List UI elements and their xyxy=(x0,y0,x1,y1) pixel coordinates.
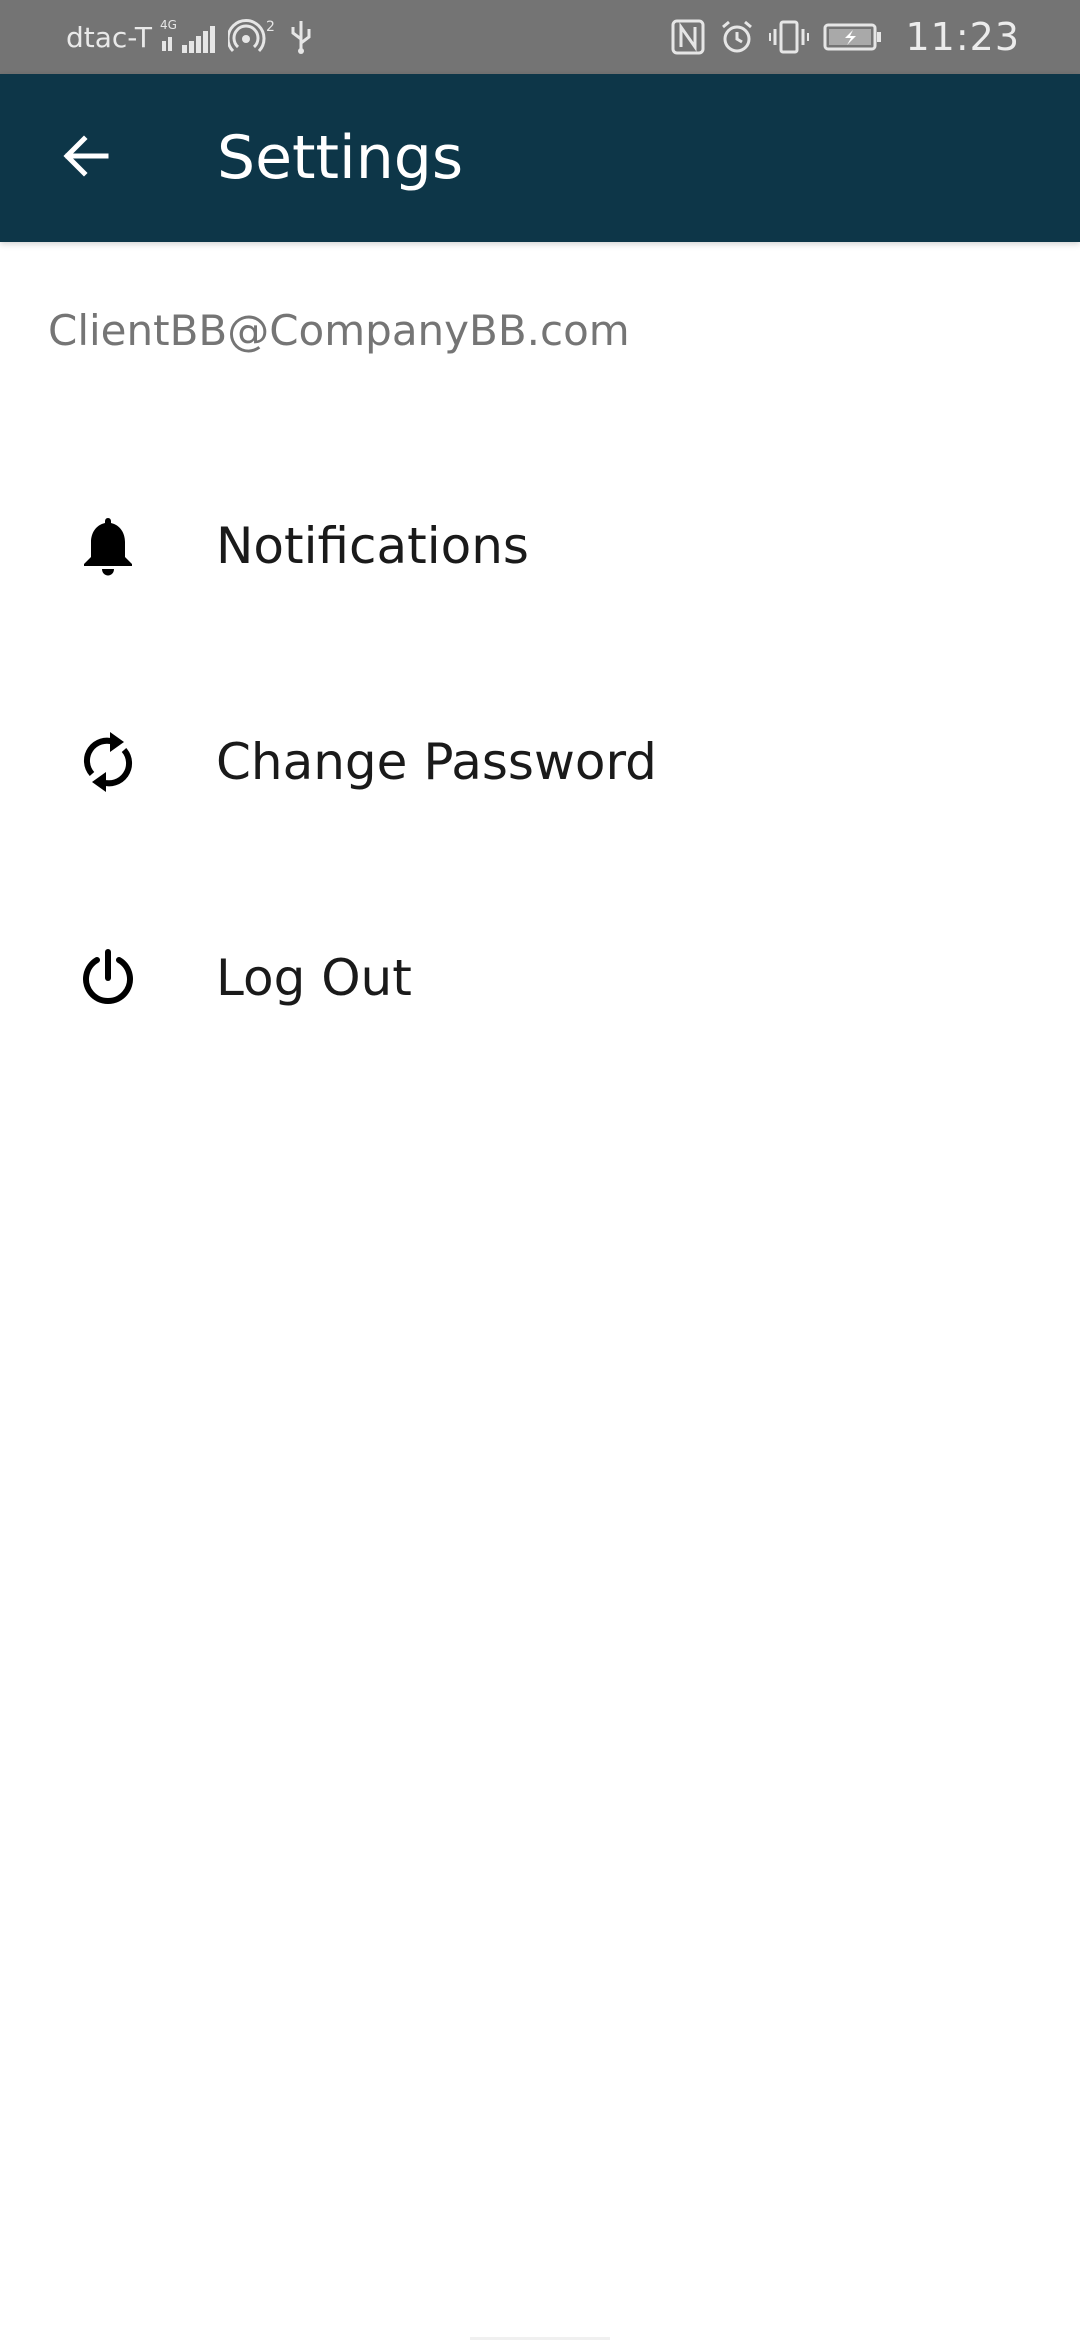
notifications-label: Notifications xyxy=(216,517,529,575)
hotspot-icon: 2 xyxy=(227,17,282,57)
status-left-group: dtac-T 4G 2 xyxy=(66,0,314,74)
back-button[interactable] xyxy=(40,112,132,204)
change-password-item[interactable]: Change Password xyxy=(0,654,1080,870)
status-right-group: 11:23 xyxy=(671,0,1020,74)
arrow-left-icon xyxy=(60,130,112,186)
carrier-name: dtac-T xyxy=(66,20,152,54)
status-time: 11:23 xyxy=(905,15,1020,59)
change-password-label: Change Password xyxy=(216,733,657,791)
alarm-icon xyxy=(719,19,755,55)
bell-icon xyxy=(74,512,142,580)
status-bar: dtac-T 4G 2 11:23 xyxy=(0,0,1080,74)
vibrate-icon xyxy=(769,19,810,55)
hotspot-count: 2 xyxy=(266,19,275,35)
notifications-item[interactable]: Notifications xyxy=(0,438,1080,654)
signal-icon: 4G xyxy=(158,17,222,57)
battery-charging-icon xyxy=(823,22,883,52)
nfc-icon xyxy=(671,19,705,55)
app-bar: Settings xyxy=(0,74,1080,242)
power-icon xyxy=(74,944,142,1012)
network-type-label: 4G xyxy=(160,18,177,32)
log-out-label: Log Out xyxy=(216,949,412,1007)
refresh-icon xyxy=(74,728,142,796)
settings-list: Notifications Change Password Log Out xyxy=(0,438,1080,1086)
account-email: ClientBB@CompanyBB.com xyxy=(48,306,630,355)
page-title: Settings xyxy=(217,123,464,193)
log-out-item[interactable]: Log Out xyxy=(0,870,1080,1086)
usb-icon xyxy=(288,17,314,57)
